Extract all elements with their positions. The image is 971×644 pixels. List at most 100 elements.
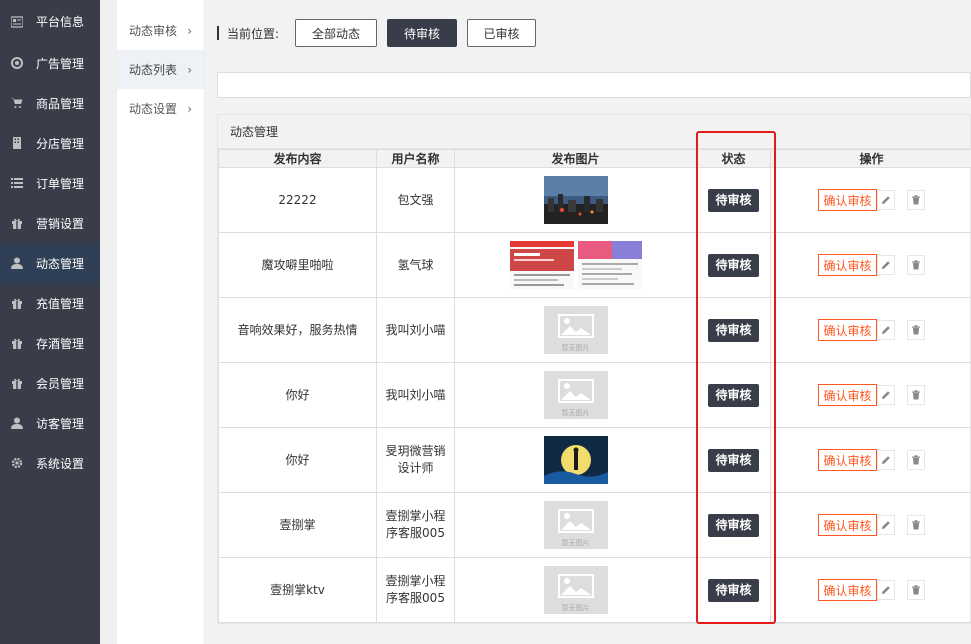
table-row: 你好 旻玥微营销设计师 待审核 确认审核 <box>218 427 971 493</box>
subnav-item-label: 动态审核 <box>129 24 178 38</box>
edit-button[interactable] <box>876 190 895 210</box>
table-row: 壹捌掌ktv 壹捌掌小程序客服005 暂无图片 待审核 确认审核 <box>218 557 971 623</box>
delete-button[interactable] <box>906 580 925 600</box>
sidebar-item-wine-storage[interactable]: 存酒管理 <box>0 323 100 363</box>
user-name: 旻玥微营销设计师 <box>376 427 455 493</box>
post-image-thumbnail <box>577 241 642 289</box>
confirm-review-button[interactable]: 确认审核 <box>818 449 877 471</box>
delete-button[interactable] <box>906 255 925 275</box>
building-icon <box>10 136 24 150</box>
post-content: 22222 <box>218 167 377 233</box>
table-header-row: 发布内容 用户名称 发布图片 状态 操作 <box>218 149 971 168</box>
post-images <box>454 167 697 233</box>
delete-button[interactable] <box>906 385 925 405</box>
post-content: 壹捌掌 <box>218 492 377 558</box>
sub-navigation: 动态审核 › 动态列表 › 动态设置 › <box>117 0 205 644</box>
placeholder-text: 暂无图片 <box>561 344 590 352</box>
post-images <box>454 232 697 298</box>
confirm-review-button[interactable]: 确认审核 <box>818 189 877 211</box>
sidebar-item-label: 存酒管理 <box>36 336 85 351</box>
column-header-actions: 操作 <box>770 149 971 168</box>
status-badge: 待审核 <box>708 253 759 277</box>
post-images <box>454 427 697 493</box>
pencil-icon <box>881 518 891 533</box>
user-icon <box>10 416 24 430</box>
sidebar-item-label: 订单管理 <box>36 176 85 191</box>
pencil-icon <box>881 323 891 338</box>
post-image-thumbnail <box>509 241 574 289</box>
edit-button[interactable] <box>876 580 895 600</box>
delete-button[interactable] <box>906 450 925 470</box>
sidebar-item-members[interactable]: 会员管理 <box>0 363 100 403</box>
sidebar-item-posts[interactable]: 动态管理 <box>0 243 100 283</box>
image-icon <box>557 509 594 533</box>
column-header-status: 状态 <box>696 149 771 168</box>
list-icon <box>10 176 24 190</box>
delete-button[interactable] <box>906 320 925 340</box>
delete-button[interactable] <box>906 190 925 210</box>
subnav-item-settings[interactable]: 动态设置 › <box>117 89 204 128</box>
breadcrumb-label: 当前位置: <box>227 26 280 41</box>
confirm-review-button[interactable]: 确认审核 <box>818 514 877 536</box>
sidebar-item-label: 分店管理 <box>36 136 85 151</box>
confirm-review-button[interactable]: 确认审核 <box>818 384 877 406</box>
sidebar-item-platform-info[interactable]: 平台信息 <box>0 0 100 43</box>
sidebar-item-visitors[interactable]: 访客管理 <box>0 403 100 443</box>
post-content: 魔攻噼里啪啦 <box>218 232 377 298</box>
pencil-icon <box>881 583 891 598</box>
sidebar-item-marketing[interactable]: 营销设置 <box>0 203 100 243</box>
confirm-review-button[interactable]: 确认审核 <box>818 319 877 341</box>
lifebuoy-icon <box>10 56 24 70</box>
sidebar-item-ads[interactable]: 广告管理 <box>0 43 100 83</box>
edit-button[interactable] <box>876 255 895 275</box>
sidebar-item-settings[interactable]: 系统设置 <box>0 443 100 483</box>
edit-button[interactable] <box>876 385 895 405</box>
sidebar-item-recharge[interactable]: 充值管理 <box>0 283 100 323</box>
main-content: 当前位置: 全部动态 待审核 已审核 动态管理 发布内容 用户名称 发布图片 状… <box>205 0 971 644</box>
confirm-review-button[interactable]: 确认审核 <box>818 579 877 601</box>
post-images: 暂无图片 <box>454 362 697 428</box>
subnav-item-label: 动态设置 <box>129 102 178 116</box>
user-name: 氢气球 <box>376 232 455 298</box>
user-icon <box>10 256 24 270</box>
post-images: 暂无图片 <box>454 492 697 558</box>
filter-all-button[interactable]: 全部动态 <box>295 19 378 47</box>
chevron-right-icon: › <box>187 101 192 116</box>
sidebar-item-products[interactable]: 商品管理 <box>0 83 100 123</box>
user-name: 壹捌掌小程序客服005 <box>376 557 455 623</box>
confirm-review-button[interactable]: 确认审核 <box>818 254 877 276</box>
trash-icon <box>911 323 921 338</box>
panel-title: 动态管理 <box>218 115 970 149</box>
image-placeholder: 暂无图片 <box>543 566 608 614</box>
status-badge: 待审核 <box>708 578 759 602</box>
trash-icon <box>911 583 921 598</box>
breadcrumb: 当前位置: 全部动态 待审核 已审核 <box>217 19 537 47</box>
edit-button[interactable] <box>876 320 895 340</box>
pencil-icon <box>881 193 891 208</box>
filter-reviewed-button[interactable]: 已审核 <box>467 19 537 47</box>
sidebar-item-label: 系统设置 <box>36 456 85 471</box>
gear-icon <box>10 456 24 470</box>
delete-button[interactable] <box>906 515 925 535</box>
post-content: 你好 <box>218 362 377 428</box>
edit-button[interactable] <box>876 450 895 470</box>
placeholder-text: 暂无图片 <box>561 539 590 547</box>
trash-icon <box>911 258 921 273</box>
table-row: 你好 我叫刘小喵 暂无图片 待审核 确认审核 <box>218 362 971 428</box>
filter-pending-button[interactable]: 待审核 <box>387 19 458 47</box>
breadcrumb-marker <box>217 26 219 40</box>
post-content: 你好 <box>218 427 377 493</box>
subnav-item-review[interactable]: 动态审核 › <box>117 11 204 50</box>
pencil-icon <box>881 453 891 468</box>
pencil-icon <box>881 388 891 403</box>
gift-icon <box>10 336 24 350</box>
post-image-thumbnail <box>543 436 608 484</box>
column-header-images: 发布图片 <box>454 149 697 168</box>
table-row: 魔攻噼里啪啦 氢气球 待审核 确认审核 <box>218 232 971 298</box>
column-header-content: 发布内容 <box>218 149 377 168</box>
sidebar-item-branches[interactable]: 分店管理 <box>0 123 100 163</box>
search-bar[interactable] <box>217 72 971 98</box>
edit-button[interactable] <box>876 515 895 535</box>
subnav-item-list[interactable]: 动态列表 › <box>117 50 204 89</box>
sidebar-item-orders[interactable]: 订单管理 <box>0 163 100 203</box>
